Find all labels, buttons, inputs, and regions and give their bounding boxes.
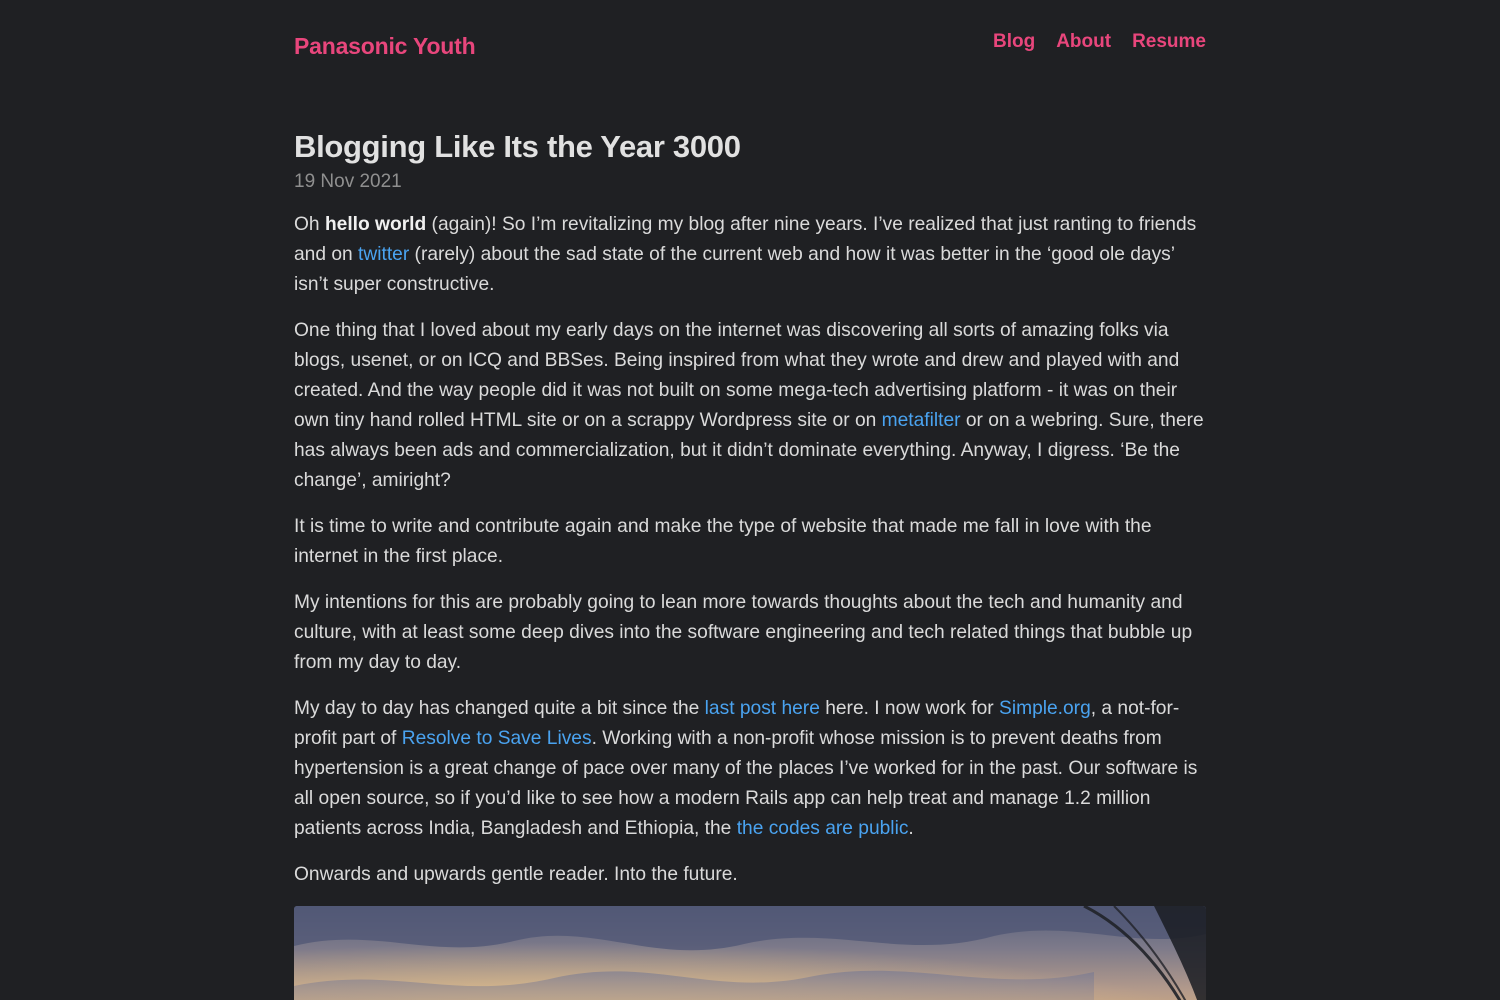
paragraph-intro: Oh hello world (again)! So I’m revitaliz…: [294, 210, 1206, 300]
text-span: here. I now work for: [819, 698, 1000, 719]
metafilter-link[interactable]: metafilter: [882, 410, 961, 431]
post-title: Blogging Like Its the Year 3000: [294, 129, 741, 164]
paragraph-onwards: Onwards and upwards gentle reader. Into …: [294, 864, 738, 885]
post-body: Oh hello world (again)! So I’m revitaliz…: [294, 210, 1206, 890]
nav-resume-link[interactable]: Resume: [1132, 31, 1206, 53]
paragraph-early-internet: One thing that I loved about my early da…: [294, 316, 1206, 496]
site-header: Panasonic Youth Blog About Resume: [294, 0, 1206, 92]
last-post-link[interactable]: last post here: [705, 698, 820, 719]
site-title-link[interactable]: Panasonic Youth: [294, 33, 476, 60]
hello-world-bold: hello world: [324, 214, 427, 235]
post-date: 19 Nov 2021: [294, 171, 402, 192]
page-container: Panasonic Youth Blog About Resume Bloggi…: [294, 0, 1206, 1000]
twitter-link[interactable]: twitter: [358, 244, 409, 265]
resolve-to-save-lives-link[interactable]: Resolve to Save Lives: [402, 728, 592, 749]
nav-blog-link[interactable]: Blog: [993, 31, 1035, 53]
sky-photo-illustration: [294, 906, 1206, 1000]
paragraph-day-to-day: My day to day has changed quite a bit si…: [294, 694, 1206, 844]
codes-are-public-link[interactable]: the codes are public: [737, 818, 909, 839]
text-span: (rarely) about the sad state of the curr…: [294, 244, 1175, 295]
blog-post: Blogging Like Its the Year 3000 19 Nov 2…: [294, 128, 1206, 1000]
hero-sky-image: [294, 906, 1206, 1000]
paragraph-intentions: My intentions for this are probably goin…: [294, 592, 1193, 673]
main-nav: Blog About Resume: [993, 31, 1206, 53]
text-span: My day to day has changed quite a bit si…: [294, 698, 705, 719]
simple-org-link[interactable]: Simple.org: [999, 698, 1091, 719]
nav-about-link[interactable]: About: [1056, 31, 1111, 53]
paragraph-time-to-write: It is time to write and contribute again…: [294, 516, 1152, 567]
text-span: Oh: [294, 214, 325, 235]
text-span: .: [908, 818, 914, 839]
